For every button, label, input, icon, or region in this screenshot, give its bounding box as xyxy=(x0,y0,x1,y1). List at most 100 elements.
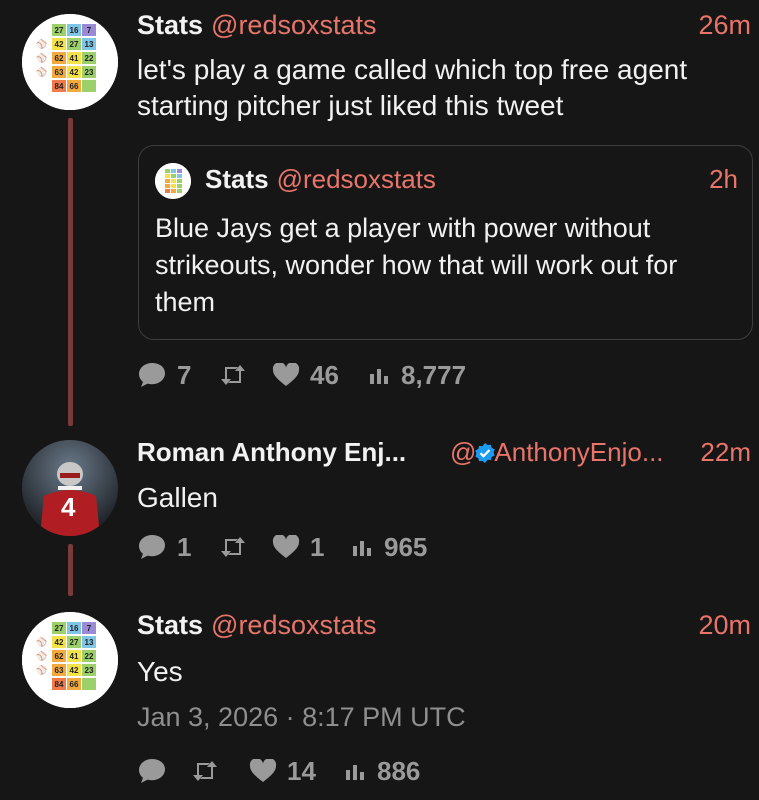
retweet-button[interactable] xyxy=(219,358,247,392)
tweet-text-line: starting pitcher just liked this tweet xyxy=(137,90,564,121)
tweet-time[interactable]: 22m xyxy=(700,437,751,468)
svg-text:42: 42 xyxy=(70,68,79,77)
svg-text:42: 42 xyxy=(55,40,64,49)
tweet-2-text: Gallen xyxy=(137,482,218,513)
tweet-1-actions: 7 46 8,777 xyxy=(137,358,537,392)
quoted-text-line: them xyxy=(155,287,216,317)
reply-button[interactable]: 7 xyxy=(137,358,191,392)
stats-avatar[interactable]: 27 16 7 42 27 13 62 41 22 63 42 23 84 66 ⚾ ⚾ ⚾ xyxy=(22,14,118,110)
reply-button[interactable] xyxy=(137,754,167,788)
quoted-avatar xyxy=(155,163,191,199)
author-name[interactable]: Stats xyxy=(137,10,203,40)
tweet-1-text: let's play a game called which top free … xyxy=(137,52,735,124)
svg-text:22: 22 xyxy=(85,652,94,661)
reply-icon xyxy=(139,535,165,559)
quoted-header: Stats @redsoxstats 2h xyxy=(205,164,738,195)
like-count: 14 xyxy=(287,755,316,786)
views-icon xyxy=(353,541,371,556)
svg-text:⚾: ⚾ xyxy=(35,650,47,662)
tweet-3-actions: 14 886 xyxy=(137,754,537,788)
retweet-icon xyxy=(193,761,217,781)
tweet-3-header: Stats @redsoxstats 20m xyxy=(137,610,751,650)
stats-avatar[interactable]: 27 16 7 42 27 13 62 41 22 63 42 23 84 66 ⚾ ⚾ ⚾ xyxy=(22,612,118,708)
svg-text:66: 66 xyxy=(70,82,79,91)
retweet-icon xyxy=(221,537,245,557)
svg-text:63: 63 xyxy=(55,68,64,77)
svg-text:63: 63 xyxy=(55,666,64,675)
retweet-icon xyxy=(221,365,245,385)
views-button[interactable]: 8,777 xyxy=(369,358,466,392)
view-count: 965 xyxy=(384,531,428,562)
verified-badge-icon xyxy=(475,443,496,463)
reply-count: 7 xyxy=(177,359,192,390)
svg-text:62: 62 xyxy=(55,652,64,661)
quoted-author-handle[interactable]: @redsoxstats xyxy=(277,164,436,194)
author-name[interactable]: Roman Anthony Enj... xyxy=(137,437,406,467)
svg-text:41: 41 xyxy=(70,652,79,661)
author-handle[interactable]: @redsoxstats xyxy=(211,10,376,40)
views-button[interactable]: 965 xyxy=(352,530,427,564)
tweet-3-text: Yes xyxy=(137,656,183,687)
view-count: 886 xyxy=(377,755,421,786)
views-icon xyxy=(346,765,364,780)
reply-count: 1 xyxy=(177,531,192,562)
svg-text:⚾: ⚾ xyxy=(35,636,47,648)
stats-grid-avatar-icon xyxy=(155,163,191,199)
svg-text:27: 27 xyxy=(55,624,64,633)
tweet-time[interactable]: 26m xyxy=(698,10,751,41)
thread-line-1 xyxy=(68,118,73,426)
tweet-2-actions: 1 1 965 xyxy=(137,530,537,564)
svg-text:⚾: ⚾ xyxy=(35,664,47,676)
heart-icon xyxy=(272,363,300,386)
author-name[interactable]: Stats xyxy=(137,610,203,640)
svg-text:62: 62 xyxy=(55,54,64,63)
svg-text:13: 13 xyxy=(85,40,94,49)
handle-prefix: @ xyxy=(450,437,477,467)
tweet-timestamp[interactable]: Jan 3, 2026 · 8:17 PM UTC xyxy=(137,702,466,733)
quoted-tweet[interactable]: Stats @redsoxstats 2h Blue Jays get a pla… xyxy=(138,145,753,340)
like-button[interactable]: 46 xyxy=(272,358,339,392)
like-button[interactable]: 14 xyxy=(249,754,316,788)
svg-text:7: 7 xyxy=(87,624,92,633)
heart-icon xyxy=(272,535,300,558)
author-handle[interactable]: @redsoxstats xyxy=(211,610,376,640)
svg-text:⚾: ⚾ xyxy=(35,52,47,64)
quoted-text-line: strikeouts, wonder how that will work ou… xyxy=(155,250,678,280)
svg-text:⚾: ⚾ xyxy=(35,38,47,50)
svg-text:41: 41 xyxy=(70,54,79,63)
retweet-button[interactable] xyxy=(219,530,247,564)
svg-text:22: 22 xyxy=(85,54,94,63)
retweet-button[interactable] xyxy=(191,754,219,788)
svg-text:23: 23 xyxy=(85,666,94,675)
like-count: 1 xyxy=(310,531,325,562)
like-count: 46 xyxy=(310,359,339,390)
roman-avatar[interactable]: 4 xyxy=(22,440,118,536)
svg-text:⚾: ⚾ xyxy=(35,66,47,78)
jersey-number: 4 xyxy=(61,492,76,522)
like-button[interactable]: 1 xyxy=(272,530,324,564)
reply-button[interactable]: 1 xyxy=(137,530,191,564)
svg-text:7: 7 xyxy=(87,26,92,35)
thread-line-2 xyxy=(68,544,73,596)
svg-text:27: 27 xyxy=(70,40,79,49)
tweet-2-header: Roman Anthony Enj... @ AnthonyEnjo... 22m xyxy=(137,437,751,477)
views-icon xyxy=(370,369,388,384)
svg-text:66: 66 xyxy=(70,680,79,689)
quoted-author-name[interactable]: Stats xyxy=(205,164,269,194)
tweet-time[interactable]: 20m xyxy=(698,610,751,641)
quoted-text-line: Blue Jays get a player with power withou… xyxy=(155,213,651,243)
svg-text:42: 42 xyxy=(55,638,64,647)
author-handle[interactable]: @ AnthonyEnjo... xyxy=(450,437,664,468)
reply-icon xyxy=(139,759,165,783)
svg-text:16: 16 xyxy=(70,624,79,633)
view-count: 8,777 xyxy=(401,359,467,390)
heart-icon xyxy=(249,759,277,782)
views-button[interactable]: 886 xyxy=(345,754,420,788)
quoted-time[interactable]: 2h xyxy=(709,164,738,195)
svg-text:84: 84 xyxy=(55,82,64,91)
handle-rest: AnthonyEnjo... xyxy=(494,437,664,467)
svg-text:27: 27 xyxy=(70,638,79,647)
svg-text:42: 42 xyxy=(70,666,79,675)
stats-grid-avatar-icon: 27 16 7 42 27 13 62 41 22 63 42 23 84 66 ⚾ ⚾ ⚾ xyxy=(22,14,118,110)
tweet-text-line: let's play a game called which top free … xyxy=(137,54,688,85)
